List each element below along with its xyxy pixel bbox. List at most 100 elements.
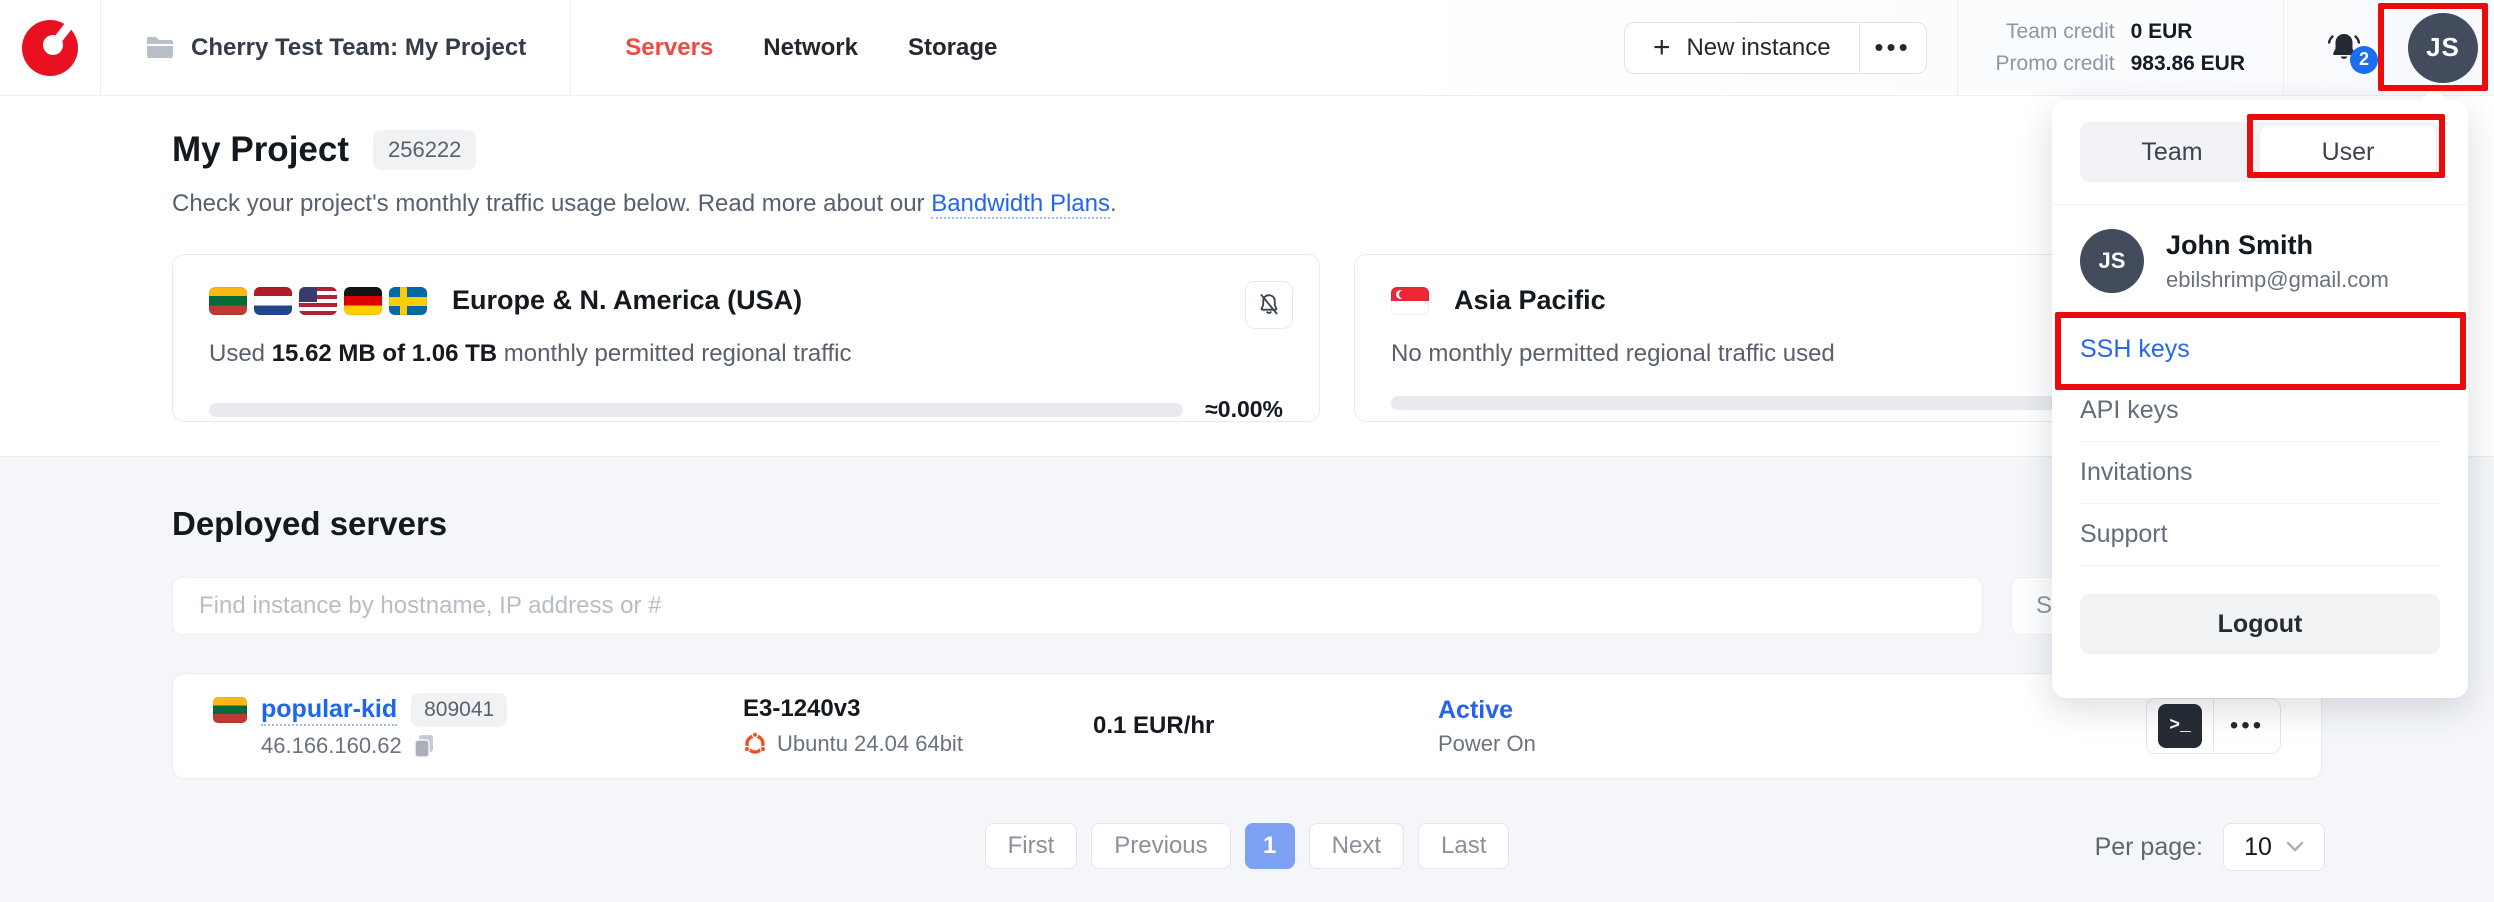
sweden-flag-icon bbox=[389, 287, 427, 315]
ubuntu-icon bbox=[743, 732, 767, 756]
usage-text: Used 15.62 MB of 1.06 TB monthly permitt… bbox=[209, 340, 1283, 368]
notifications-button[interactable]: 2 bbox=[2324, 28, 2364, 68]
menu-item-invitations[interactable]: Invitations bbox=[2080, 442, 2440, 503]
pagination-next-button[interactable]: Next bbox=[1309, 823, 1404, 869]
user-avatar-button[interactable]: JS bbox=[2408, 13, 2478, 83]
server-status-link[interactable]: Active bbox=[1438, 696, 2146, 725]
header-divider bbox=[2283, 0, 2284, 96]
project-title-row: My Project 256222 bbox=[172, 130, 2322, 170]
new-instance-group: + New instance ••• bbox=[1624, 22, 1927, 74]
server-ip: 46.166.160.62 bbox=[261, 733, 402, 759]
search-input[interactable] bbox=[172, 577, 1983, 635]
breadcrumb-label: Cherry Test Team: My Project bbox=[191, 34, 526, 62]
server-os-row: Ubuntu 24.04 64bit bbox=[743, 731, 1093, 757]
server-specs-cell: E3-1240v3 Ubuntu 24.04 64bit bbox=[743, 695, 1093, 757]
copy-icon[interactable] bbox=[412, 733, 436, 759]
open-console-button[interactable]: >_ bbox=[2147, 699, 2213, 753]
traffic-progress-row: ≈0.00% bbox=[209, 396, 1283, 423]
usage-prefix: Used bbox=[209, 340, 272, 367]
per-page-control: Per page: 10 bbox=[2095, 823, 2325, 871]
new-instance-label: New instance bbox=[1686, 34, 1830, 62]
notification-count-badge: 2 bbox=[2350, 46, 2378, 74]
promo-credit-value: 983.86 EUR bbox=[2131, 52, 2245, 76]
instance-more-button[interactable]: ••• bbox=[1860, 23, 1926, 73]
logo-cell[interactable] bbox=[0, 0, 101, 95]
subtitle-period: . bbox=[1110, 190, 1117, 217]
netherlands-flag-icon bbox=[254, 287, 292, 315]
pagination-first-button[interactable]: First bbox=[985, 823, 1078, 869]
menu-item-ssh-keys[interactable]: SSH keys bbox=[2080, 319, 2440, 380]
nav-storage[interactable]: Storage bbox=[908, 34, 997, 62]
lithuania-flag-icon bbox=[209, 287, 247, 315]
lithuania-flag-icon bbox=[213, 697, 247, 723]
mute-notifications-button[interactable] bbox=[1245, 281, 1293, 329]
region-flags-row: Europe & N. America (USA) bbox=[209, 285, 1283, 316]
per-page-value: 10 bbox=[2244, 833, 2272, 862]
main-nav: Servers Network Storage bbox=[625, 34, 997, 62]
folder-icon bbox=[145, 36, 175, 60]
pagination-page-1-button[interactable]: 1 bbox=[1245, 823, 1295, 869]
plus-icon: + bbox=[1653, 33, 1671, 63]
server-identity-cell: popular-kid 809041 46.166.160.62 bbox=[213, 693, 743, 759]
promo-credit-label: Promo credit bbox=[1996, 52, 2115, 76]
server-actions-group: >_ ••• bbox=[2146, 698, 2281, 754]
new-instance-button[interactable]: + New instance bbox=[1625, 23, 1859, 73]
menu-item-support[interactable]: Support bbox=[2080, 504, 2440, 565]
app-screen: Cherry Test Team: My Project Servers Net… bbox=[0, 0, 2494, 902]
usage-amount: 15.62 MB of 1.06 TB bbox=[272, 340, 497, 367]
nav-servers[interactable]: Servers bbox=[625, 34, 713, 62]
ellipsis-icon: ••• bbox=[2230, 712, 2264, 740]
server-id-badge: 809041 bbox=[411, 693, 507, 727]
team-credit-value: 0 EUR bbox=[2131, 20, 2245, 44]
server-name-row: popular-kid 809041 bbox=[213, 693, 743, 727]
pagination: First Previous 1 Next Last Per page: 10 bbox=[172, 823, 2322, 869]
user-email: ebilshrimp@gmail.com bbox=[2166, 267, 2389, 293]
server-ip-row: 46.166.160.62 bbox=[213, 733, 743, 759]
progress-bar bbox=[209, 403, 1183, 417]
cherry-logo-icon bbox=[22, 20, 78, 76]
project-subtitle: Check your project's monthly traffic usa… bbox=[172, 190, 2322, 218]
progress-percent: ≈0.00% bbox=[1205, 396, 1283, 423]
bell-off-icon bbox=[1256, 292, 1282, 318]
germany-flag-icon bbox=[344, 287, 382, 315]
menu-item-api-keys[interactable]: API keys bbox=[2080, 380, 2440, 441]
region-title: Asia Pacific bbox=[1454, 285, 1606, 316]
user-info-row: JS John Smith ebilshrimp@gmail.com bbox=[2080, 229, 2440, 293]
team-credit-label: Team credit bbox=[1996, 20, 2115, 44]
section-title: Deployed servers bbox=[172, 505, 2322, 543]
breadcrumb[interactable]: Cherry Test Team: My Project bbox=[101, 0, 571, 95]
credits-block: Team credit 0 EUR Promo credit 983.86 EU… bbox=[1996, 20, 2245, 76]
search-row: Search bbox=[172, 577, 2322, 635]
server-price-cell: 0.1 EUR/hr bbox=[1093, 712, 1438, 740]
server-more-button[interactable]: ••• bbox=[2214, 699, 2280, 753]
server-status-cell: Active Power On bbox=[1438, 696, 2146, 757]
page-title: My Project bbox=[172, 130, 349, 170]
bandwidth-plans-link[interactable]: Bandwidth Plans bbox=[931, 190, 1110, 219]
ellipsis-icon: ••• bbox=[1874, 32, 1910, 63]
tab-team[interactable]: Team bbox=[2084, 126, 2260, 178]
server-price: 0.1 EUR/hr bbox=[1093, 712, 1214, 739]
nav-network[interactable]: Network bbox=[763, 34, 858, 62]
server-power-state: Power On bbox=[1438, 731, 2146, 757]
menu-divider bbox=[2052, 204, 2468, 205]
subtitle-text: Check your project's monthly traffic usa… bbox=[172, 190, 931, 217]
logout-button[interactable]: Logout bbox=[2080, 594, 2440, 654]
top-bar: Cherry Test Team: My Project Servers Net… bbox=[0, 0, 2494, 96]
pagination-previous-button[interactable]: Previous bbox=[1091, 823, 1230, 869]
per-page-select[interactable]: 10 bbox=[2223, 823, 2325, 871]
user-menu-tabs: Team User bbox=[2080, 122, 2440, 182]
singapore-flag-icon bbox=[1391, 287, 1429, 315]
terminal-icon: >_ bbox=[2158, 704, 2202, 748]
avatar: JS bbox=[2080, 229, 2144, 293]
server-hostname-link[interactable]: popular-kid bbox=[261, 695, 397, 726]
server-row: popular-kid 809041 46.166.160.62 E3-1240… bbox=[172, 673, 2322, 779]
user-name: John Smith bbox=[2166, 230, 2389, 261]
chevron-down-icon bbox=[2286, 841, 2304, 853]
tab-user[interactable]: User bbox=[2260, 126, 2436, 178]
menu-divider bbox=[2080, 565, 2440, 566]
server-plan: E3-1240v3 bbox=[743, 695, 1093, 723]
server-os: Ubuntu 24.04 64bit bbox=[777, 731, 963, 757]
usage-suffix: monthly permitted regional traffic bbox=[497, 340, 851, 367]
user-dropdown-menu: Team User JS John Smith ebilshrimp@gmail… bbox=[2052, 100, 2468, 698]
pagination-last-button[interactable]: Last bbox=[1418, 823, 1509, 869]
